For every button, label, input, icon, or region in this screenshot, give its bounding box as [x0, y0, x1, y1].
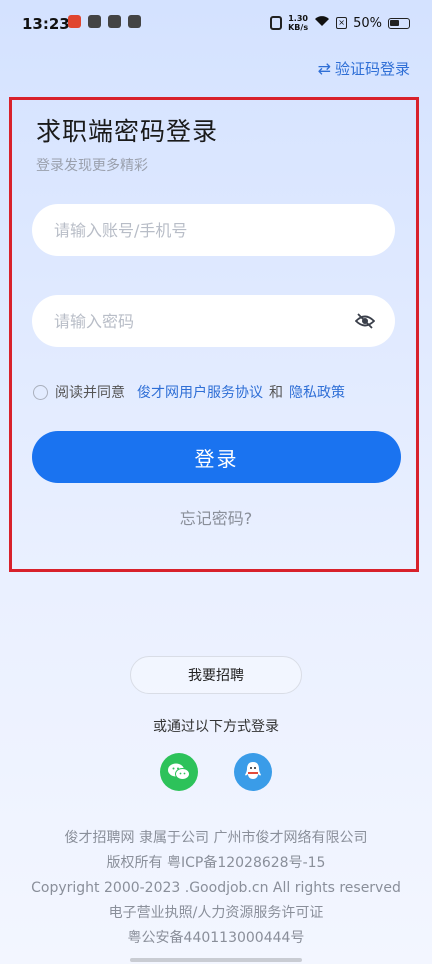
battery-icon — [388, 17, 410, 29]
switch-link-label: 验证码登录 — [334, 60, 410, 78]
wifi-icon — [314, 15, 330, 31]
notification-icons — [68, 15, 141, 28]
battery-percent: 50% — [353, 15, 382, 31]
switch-to-sms-login[interactable]: ⇄ 验证码登录 — [318, 58, 410, 79]
account-input[interactable] — [52, 219, 336, 241]
privacy-link[interactable]: 隐私政策 — [289, 382, 345, 402]
page-subtitle: 登录发现更多精彩 — [36, 158, 148, 174]
wechat-icon — [168, 763, 190, 780]
home-indicator[interactable] — [130, 958, 302, 962]
status-right: 1.30 KB/s × 50% — [270, 14, 410, 32]
status-time: 13:23 — [22, 15, 70, 33]
sim-disabled-icon: × — [336, 17, 348, 29]
wechat-login-button[interactable] — [160, 753, 198, 791]
footer-line: 版权所有 粤ICP备12028628号-15 — [106, 855, 326, 871]
other-login-label: 或通过以下方式登录 — [153, 719, 279, 735]
recruit-button[interactable]: 我要招聘 — [130, 656, 302, 694]
footer-line: 粤公安备440113000444号 — [127, 930, 305, 946]
agreement-checkbox[interactable] — [33, 384, 48, 400]
footer-line: Copyright 2000-2023 .Goodjob.cn All righ… — [31, 880, 401, 896]
license-link[interactable]: 电子营业执照/人力资源服务许可证 — [0, 901, 432, 926]
app-notification-icon — [128, 15, 141, 28]
app-notification-icon — [68, 15, 81, 28]
qq-login-button[interactable] — [234, 753, 272, 791]
qq-icon — [245, 762, 261, 779]
vibrate-icon — [270, 16, 283, 30]
hide-password-icon[interactable] — [354, 312, 376, 330]
login-button[interactable]: 登录 — [32, 431, 401, 483]
status-bar: 13:23 1.30 KB/s × 50% — [0, 0, 432, 52]
agreement-row: 阅读并同意 俊才网用户服务协议 和 隐私政策 — [33, 382, 345, 402]
app-notification-icon — [108, 15, 121, 28]
account-field[interactable] — [32, 204, 395, 256]
terms-link[interactable]: 俊才网用户服务协议 — [137, 382, 263, 402]
password-field[interactable] — [32, 295, 395, 347]
network-speed: 1.30 KB/s — [288, 14, 309, 32]
forgot-password-link[interactable]: 忘记密码? — [0, 505, 432, 529]
swap-icon: ⇄ — [317, 59, 331, 78]
page-title: 求职端密码登录 — [36, 117, 219, 146]
password-input[interactable] — [52, 310, 336, 332]
app-notification-icon — [88, 15, 101, 28]
footer-line: 俊才招聘网 隶属于公司 广州市俊才网络有限公司 — [64, 830, 368, 846]
agreement-and: 和 — [269, 385, 283, 401]
agreement-prefix: 阅读并同意 — [55, 385, 125, 401]
